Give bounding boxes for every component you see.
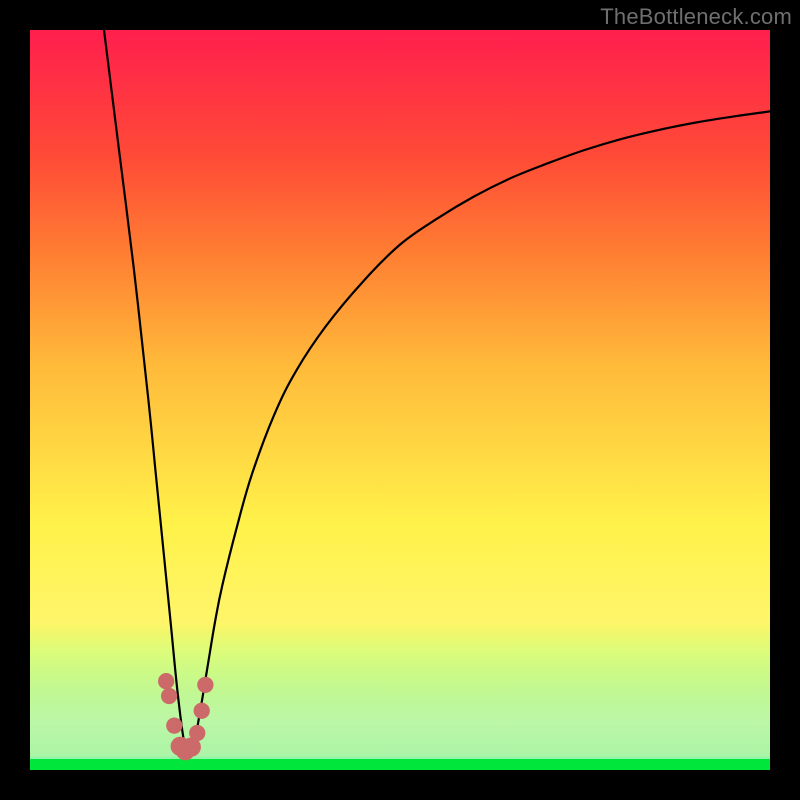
v-curve bbox=[104, 30, 770, 754]
plot-area bbox=[30, 30, 770, 770]
marker-dot bbox=[197, 677, 213, 693]
marker-dot bbox=[158, 673, 174, 689]
marker-dot bbox=[161, 688, 177, 704]
marker-dot bbox=[166, 717, 182, 733]
watermark-text: TheBottleneck.com bbox=[600, 4, 792, 30]
marker-dot bbox=[189, 725, 205, 741]
marker-dot bbox=[194, 703, 210, 719]
curve-markers bbox=[158, 673, 214, 760]
outer-frame: TheBottleneck.com bbox=[0, 0, 800, 800]
curve-svg bbox=[30, 30, 770, 770]
